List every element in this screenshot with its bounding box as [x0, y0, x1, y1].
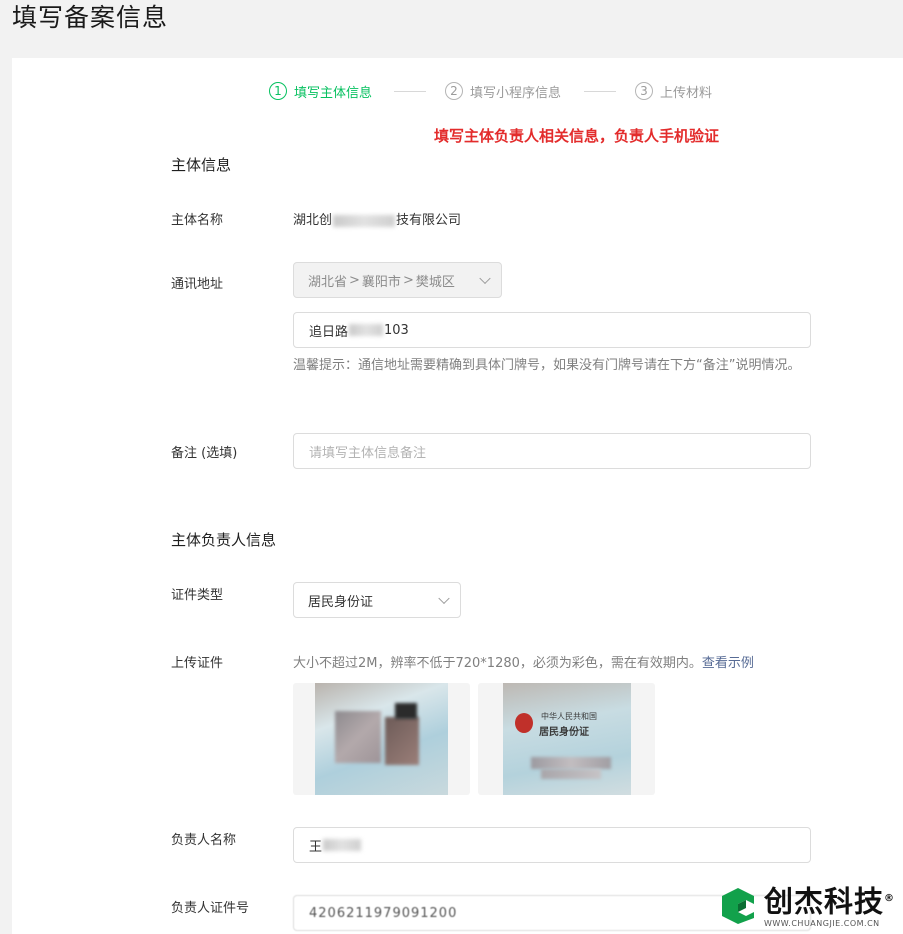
redacted-blur — [323, 839, 362, 851]
step-2-number: 2 — [445, 82, 463, 100]
region-select[interactable]: 湖北省 > 襄阳市 > 樊城区 — [293, 262, 502, 298]
watermark-logo: 创杰科技® WWW.CHUANGJIE.COM.CN — [718, 884, 895, 928]
step-3-label: 上传材料 — [660, 85, 713, 101]
id-type-label: 证件类型 — [171, 588, 224, 603]
region-separator: > — [402, 272, 414, 288]
id-front-upload[interactable] — [293, 683, 470, 795]
chevron-down-icon — [479, 272, 491, 285]
entity-name-suffix: 技有限公司 — [396, 213, 462, 228]
id-card-back-subtitle: 居民身份证 — [539, 727, 589, 738]
region-district: 樊城区 — [415, 274, 455, 290]
redacted-blur — [333, 214, 396, 227]
step-1-number: 1 — [269, 82, 287, 100]
redacted-blur — [531, 757, 611, 769]
entity-name-prefix: 湖北创 — [293, 213, 333, 228]
person-name-text: 王 — [309, 839, 323, 855]
entity-section-title: 主体信息 — [171, 156, 232, 174]
id-type-value: 居民身份证 — [308, 594, 374, 610]
region-province: 湖北省 — [308, 274, 348, 290]
redacted-blur — [349, 324, 384, 336]
redacted-blur — [385, 717, 419, 765]
address-hint: 温馨提示：通信地址需要精确到具体门牌号，如果没有门牌号请在下方“备注”说明情况。 — [293, 358, 801, 373]
address-detail-text: 追日路 — [309, 324, 349, 340]
chevron-down-icon — [438, 592, 450, 605]
step-3-number: 3 — [635, 82, 653, 100]
person-name-input[interactable]: 王 — [293, 827, 811, 863]
page-title: 填写备案信息 — [12, 3, 169, 32]
logo-url: WWW.CHUANGJIE.COM.CN — [763, 919, 880, 928]
remark-label: 备注 (选填) — [171, 446, 238, 461]
step-2: 2 填写小程序信息 — [445, 80, 561, 102]
upload-hint: 大小不超过2M，辨率不低于720*1280，必须为彩色，需在有效期内。查看示例 — [293, 652, 754, 671]
upload-hint-text: 大小不超过2M，辨率不低于720*1280，必须为彩色，需在有效期内。 — [293, 656, 702, 671]
id-card-front-photo — [315, 683, 448, 795]
registered-mark: ® — [884, 893, 895, 905]
person-id-label: 负责人证件号 — [171, 901, 250, 916]
person-name-label: 负责人名称 — [171, 833, 237, 848]
address-detail-input[interactable]: 追日路 103 — [293, 312, 811, 348]
step-1-label: 填写主体信息 — [294, 85, 373, 101]
id-card-back-title: 中华人民共和国 — [541, 712, 597, 721]
address-label: 通讯地址 — [171, 277, 224, 292]
logo-text: 创杰科技® WWW.CHUANGJIE.COM.CN — [764, 884, 895, 928]
remark-input[interactable]: 请填写主体信息备注 — [293, 433, 811, 469]
annotation-text: 填写主体负责人相关信息，负责人手机验证 — [434, 127, 720, 145]
emblem-icon — [515, 713, 533, 733]
step-2-label: 填写小程序信息 — [470, 85, 562, 101]
redacted-blur — [541, 769, 601, 779]
id-card-back-photo: 中华人民共和国 居民身份证 — [503, 683, 631, 795]
address-detail-end: 103 — [384, 322, 409, 338]
logo-mark-icon — [718, 888, 760, 925]
region-separator: > — [349, 272, 360, 288]
step-3: 3 上传材料 — [635, 80, 712, 102]
entity-name-value: 湖北创 技有限公司 — [293, 209, 461, 228]
step-divider — [394, 91, 426, 92]
view-example-link[interactable]: 查看示例 — [702, 656, 754, 671]
person-id-text: 4206211979091200 — [309, 905, 458, 921]
step-1: 1 填写主体信息 — [269, 80, 372, 102]
redacted-blur — [395, 703, 417, 719]
region-city: 襄阳市 — [361, 274, 401, 290]
upload-label: 上传证件 — [171, 656, 224, 671]
person-section-title: 主体负责人信息 — [171, 531, 277, 549]
entity-name-label: 主体名称 — [171, 213, 224, 228]
form-card — [12, 58, 903, 934]
step-divider — [584, 91, 616, 92]
id-back-upload[interactable]: 中华人民共和国 居民身份证 — [478, 683, 655, 795]
id-type-select[interactable]: 居民身份证 — [293, 582, 461, 618]
redacted-blur — [335, 711, 381, 763]
logo-name-text: 创杰科技 — [763, 885, 884, 919]
logo-name: 创杰科技® — [764, 884, 895, 917]
